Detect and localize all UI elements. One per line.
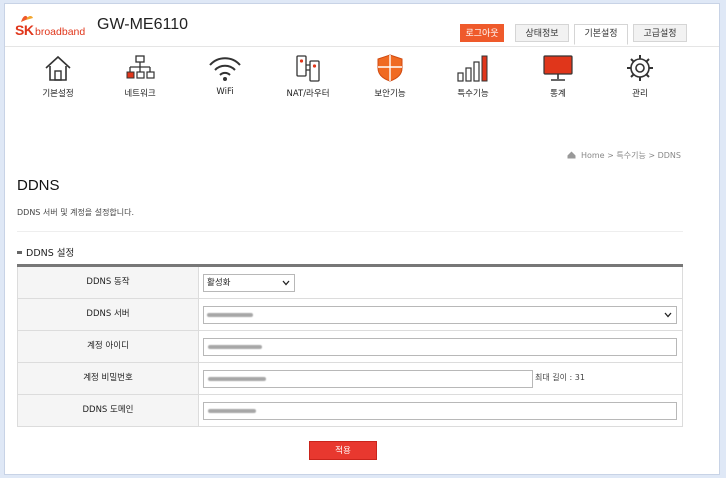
redacted-value bbox=[207, 312, 253, 317]
sk-broadband-logo[interactable]: SK broadband bbox=[15, 14, 93, 44]
apply-button[interactable]: 적용 bbox=[309, 441, 377, 460]
redacted-value bbox=[208, 408, 256, 413]
breadcrumb: Home > 특수기능 > DDNS bbox=[567, 150, 681, 161]
form-row-account-id: 계정 아이디 bbox=[17, 331, 683, 363]
account-id-label: 계정 아이디 bbox=[17, 331, 199, 362]
house-icon bbox=[45, 55, 71, 81]
page-title: DDNS bbox=[17, 177, 60, 194]
redacted-value bbox=[208, 376, 266, 381]
form-row-ddns-server: DDNS 서버 bbox=[17, 299, 683, 331]
nav-item-statistics[interactable]: 통계 bbox=[523, 53, 593, 99]
nav-label: 보안기능 bbox=[374, 89, 406, 99]
breadcrumb-separator: > bbox=[607, 151, 614, 160]
nav-item-nat-router[interactable]: NAT/라우터 bbox=[273, 53, 343, 99]
logout-button[interactable]: 로그아웃 bbox=[460, 24, 504, 42]
chevron-down-icon bbox=[282, 280, 290, 286]
device-model-title: GW-ME6110 bbox=[97, 16, 188, 33]
nav-label: 특수기능 bbox=[457, 89, 489, 99]
ddns-action-select[interactable]: 활성화 bbox=[203, 274, 295, 292]
nav-item-basic[interactable]: 기본설정 bbox=[23, 53, 93, 99]
breadcrumb-separator: > bbox=[648, 151, 656, 160]
nav-item-network[interactable]: 네트워크 bbox=[105, 53, 175, 99]
nav-label: WiFi bbox=[216, 87, 234, 97]
tab-status[interactable]: 상태정보 bbox=[515, 24, 569, 42]
gear-icon bbox=[627, 55, 653, 81]
section-heading: DDNS 설정 bbox=[17, 245, 74, 259]
shield-icon bbox=[377, 54, 403, 82]
section-title: DDNS 설정 bbox=[26, 248, 75, 259]
section-bullet-icon bbox=[17, 251, 22, 254]
redacted-value bbox=[208, 344, 262, 349]
form-row-account-password: 계정 비밀번호 최대 길이 : 31 bbox=[17, 363, 683, 395]
ddns-action-value: 활성화 bbox=[207, 278, 231, 288]
tab-basic-settings[interactable]: 기본설정 bbox=[574, 24, 628, 45]
nav-item-special[interactable]: 특수기능 bbox=[438, 53, 508, 99]
breadcrumb-special[interactable]: 특수기능 bbox=[616, 151, 645, 160]
nav-label: 통계 bbox=[550, 89, 566, 99]
nav-item-wifi[interactable]: WiFi bbox=[190, 53, 260, 97]
nav-label: 관리 bbox=[632, 89, 648, 99]
ddns-settings-form: DDNS 동작 활성화 DDNS 서버 계정 아이디 계정 비밀번호 최대 길이… bbox=[17, 264, 683, 427]
nav-label: 기본설정 bbox=[42, 89, 74, 99]
form-row-ddns-action: DDNS 동작 활성화 bbox=[17, 267, 683, 299]
breadcrumb-home[interactable]: Home bbox=[581, 151, 605, 160]
ddns-server-select[interactable] bbox=[203, 306, 677, 324]
main-icon-nav: 기본설정 네트워크 WiFi NAT/라우터 보안기능 특수기능 통계 관리 bbox=[5, 46, 719, 109]
ddns-action-label: DDNS 동작 bbox=[17, 267, 199, 298]
router-icon bbox=[296, 55, 320, 82]
divider bbox=[17, 231, 683, 232]
ddns-server-label: DDNS 서버 bbox=[17, 299, 199, 330]
nav-item-management[interactable]: 관리 bbox=[605, 53, 675, 99]
page-description: DDNS 서버 및 계정을 설정합니다. bbox=[17, 208, 135, 217]
nav-item-security[interactable]: 보안기능 bbox=[355, 53, 425, 99]
account-password-input[interactable] bbox=[203, 370, 533, 388]
monitor-icon bbox=[543, 55, 573, 81]
account-password-label: 계정 비밀번호 bbox=[17, 363, 199, 394]
ddns-domain-input[interactable] bbox=[203, 402, 677, 420]
logo-broadband-text: broadband bbox=[35, 26, 86, 38]
network-icon bbox=[126, 55, 155, 79]
home-icon bbox=[567, 151, 576, 159]
ddns-domain-label: DDNS 도메인 bbox=[17, 395, 199, 426]
logo-sk-text: SK bbox=[15, 22, 34, 38]
router-admin-window: SK broadband GW-ME6110 로그아웃 상태정보 기본설정 고급… bbox=[4, 3, 720, 475]
password-max-length-hint: 최대 길이 : 31 bbox=[535, 373, 585, 382]
nav-label: NAT/라우터 bbox=[286, 89, 330, 99]
bar-chart-icon bbox=[457, 55, 488, 82]
breadcrumb-current: DDNS bbox=[657, 151, 681, 160]
nav-label: 네트워크 bbox=[124, 89, 156, 99]
account-id-input[interactable] bbox=[203, 338, 677, 356]
wifi-icon bbox=[209, 57, 241, 81]
tab-advanced-settings[interactable]: 고급설정 bbox=[633, 24, 687, 42]
chevron-down-icon bbox=[664, 312, 672, 318]
form-row-ddns-domain: DDNS 도메인 bbox=[17, 395, 683, 427]
